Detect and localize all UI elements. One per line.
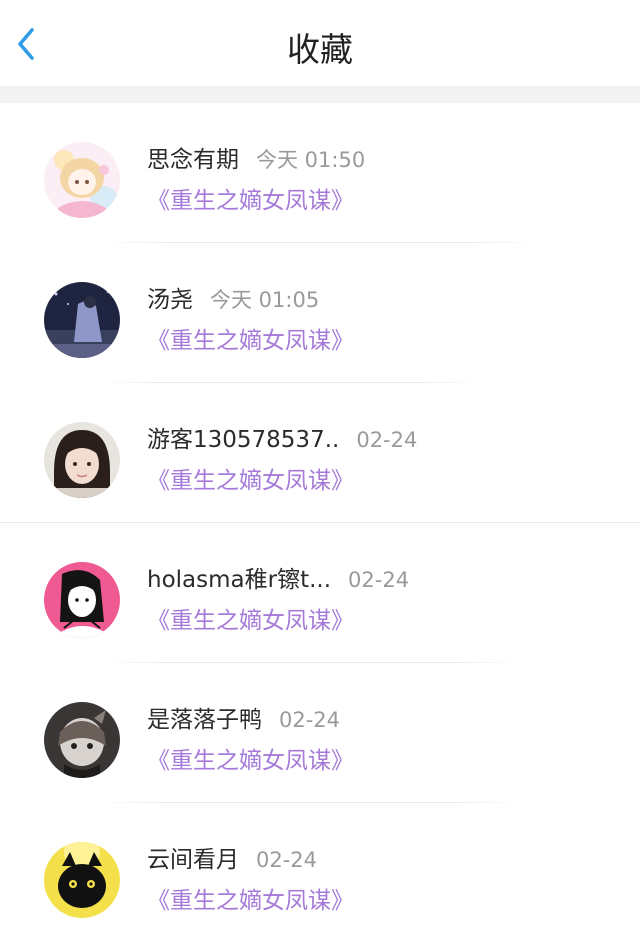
night-photo-avatar[interactable]	[44, 282, 120, 358]
list-item[interactable]: 云间看月 02-24 《重生之嫡女凤谋》	[0, 803, 640, 937]
top-bar: 收藏	[0, 0, 640, 86]
book-title-link[interactable]: 《重生之嫡女凤谋》	[147, 601, 354, 635]
page-title: 收藏	[287, 30, 353, 69]
item-header: 云间看月 02-24	[147, 840, 317, 874]
timestamp: 02-24	[279, 708, 341, 732]
timestamp: 今天 01:50	[256, 148, 366, 172]
pink-illustration-avatar[interactable]	[44, 562, 120, 638]
timestamp: 02-24	[348, 568, 410, 592]
item-header: 游客130578537.. 02-24	[147, 420, 417, 454]
list-item[interactable]: holasma稚r镲t... 02-24 《重生之嫡女凤谋》	[0, 523, 640, 663]
favorites-list: 思念有期 今天 01:50 《重生之嫡女凤谋》 汤尧 今天 01:05 《重生之…	[0, 103, 640, 937]
book-title-link[interactable]: 《重生之嫡女凤谋》	[147, 741, 354, 775]
black-cat-avatar[interactable]	[44, 842, 120, 918]
user-name[interactable]: 是落落子鸭	[147, 700, 262, 734]
timestamp: 今天 01:05	[210, 288, 320, 312]
girl-photo-avatar[interactable]	[44, 422, 120, 498]
user-name[interactable]: holasma稚r镲t...	[147, 560, 331, 594]
book-title-link[interactable]: 《重生之嫡女凤谋》	[147, 881, 354, 915]
list-item[interactable]: 游客130578537.. 02-24 《重生之嫡女凤谋》	[0, 383, 640, 523]
item-header: 汤尧 今天 01:05	[147, 280, 319, 314]
list-item[interactable]: 汤尧 今天 01:05 《重生之嫡女凤谋》	[0, 243, 640, 383]
timestamp: 02-24	[356, 428, 418, 452]
user-name[interactable]: 游客130578537..	[147, 420, 339, 454]
list-item[interactable]: 思念有期 今天 01:50 《重生之嫡女凤谋》	[0, 103, 640, 243]
item-header: 思念有期 今天 01:50	[147, 140, 365, 174]
book-title-link[interactable]: 《重生之嫡女凤谋》	[147, 461, 354, 495]
user-name[interactable]: 云间看月	[147, 840, 239, 874]
anime-girl-avatar[interactable]	[44, 142, 120, 218]
dark-figure-avatar[interactable]	[44, 702, 120, 778]
item-header: holasma稚r镲t... 02-24	[147, 560, 409, 594]
timestamp: 02-24	[256, 848, 318, 872]
book-title-link[interactable]: 《重生之嫡女凤谋》	[147, 321, 354, 355]
user-name[interactable]: 思念有期	[147, 140, 239, 174]
header-separator	[0, 86, 640, 103]
user-name[interactable]: 汤尧	[147, 280, 193, 314]
item-header: 是落落子鸭 02-24	[147, 700, 340, 734]
book-title-link[interactable]: 《重生之嫡女凤谋》	[147, 181, 354, 215]
list-item[interactable]: 是落落子鸭 02-24 《重生之嫡女凤谋》	[0, 663, 640, 803]
